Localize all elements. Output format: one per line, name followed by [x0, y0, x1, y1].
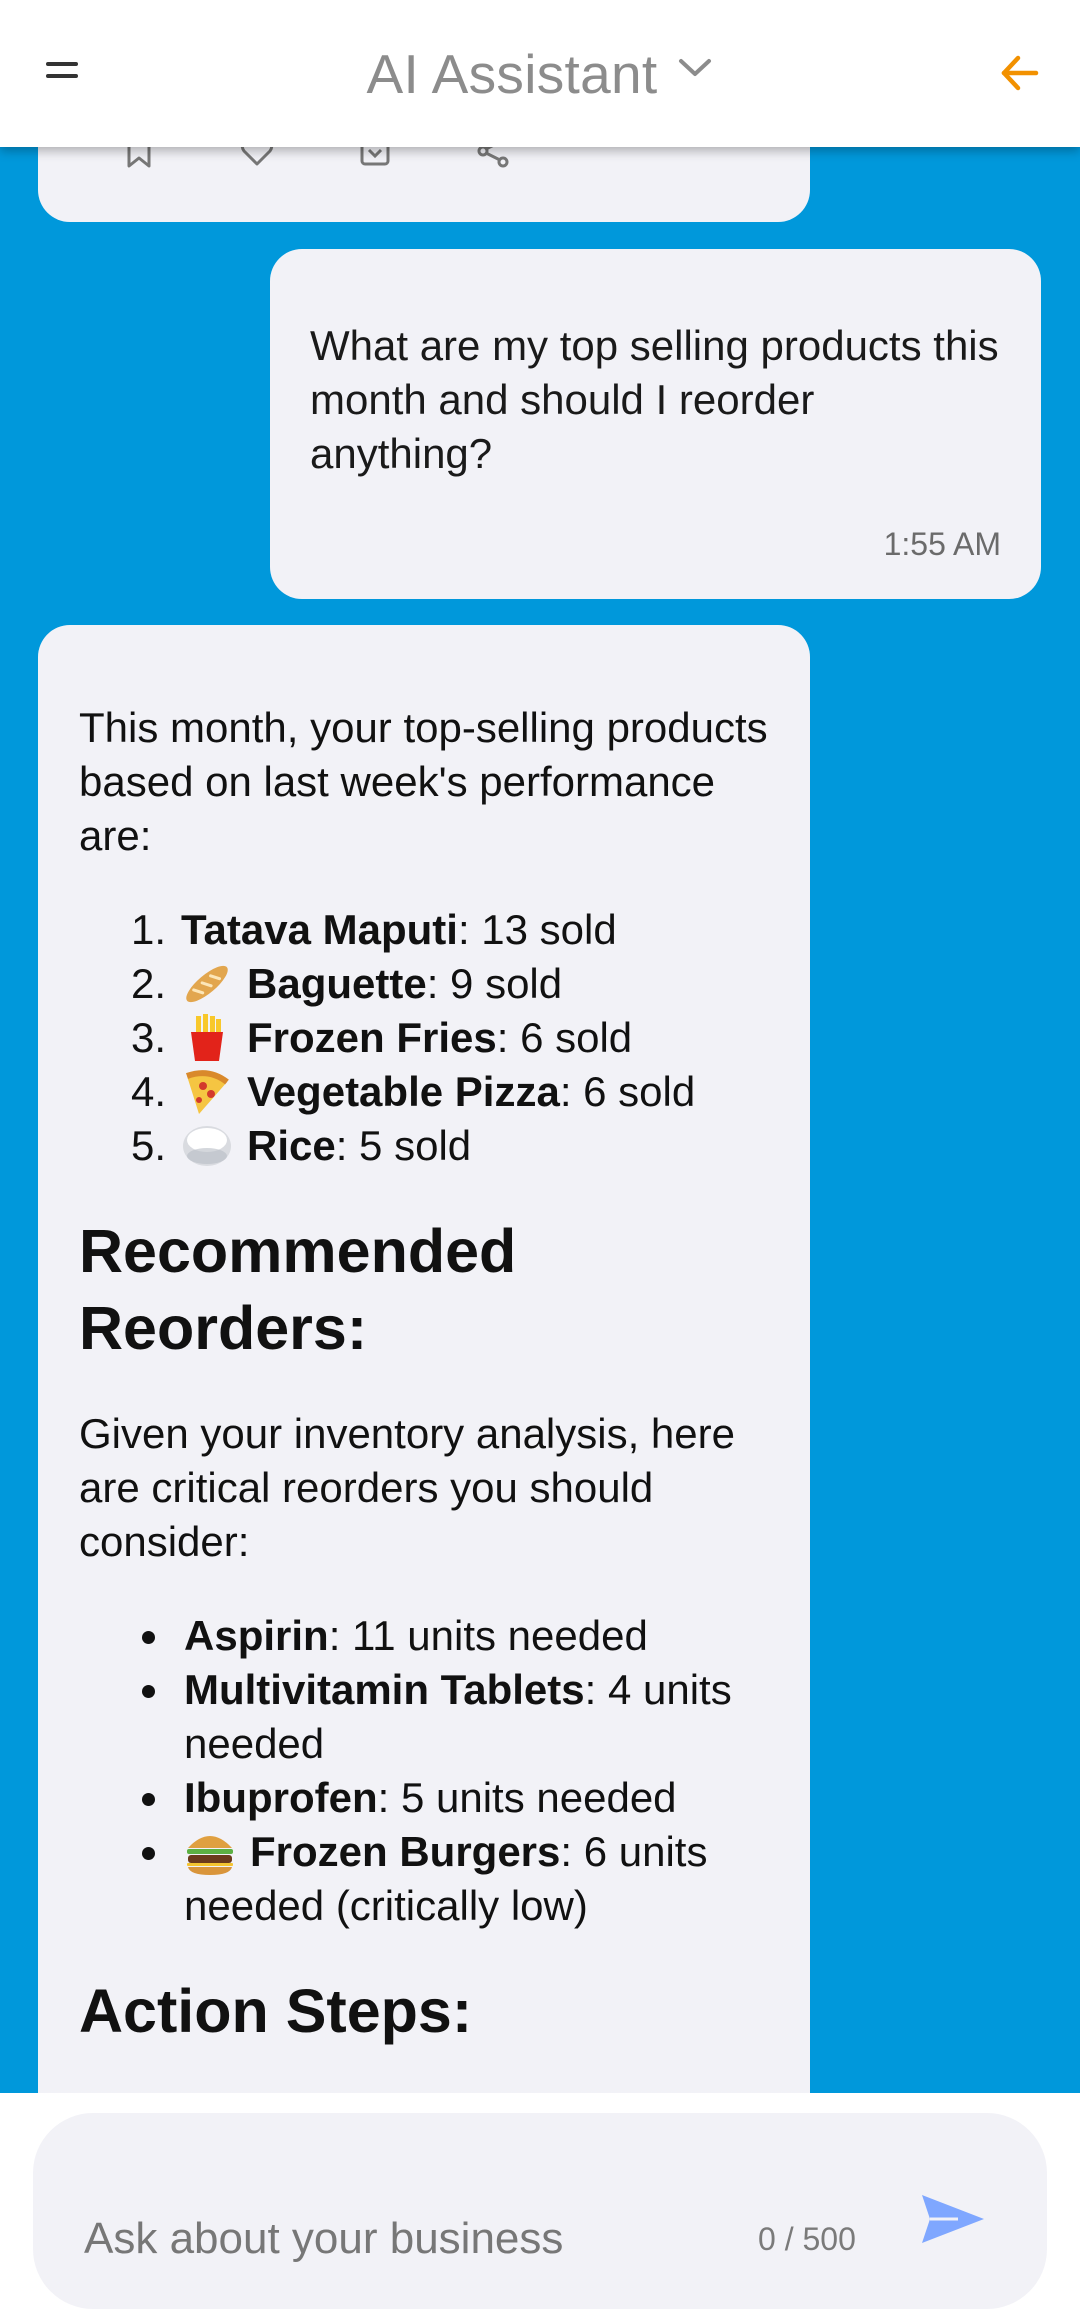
- product-name: Ibuprofen: [184, 1774, 378, 1821]
- list-item: Multivitamin Tablets: 4 units needed: [142, 1663, 770, 1771]
- message-timestamp: 1:55 AM: [883, 526, 1001, 562]
- reorder-intro: Given your inventory analysis, here are …: [79, 1410, 735, 1565]
- character-counter: 0 / 500: [758, 2221, 856, 2257]
- list-item: 4. Vegetable Pizza : 6 sold: [131, 1065, 770, 1119]
- composer-bar: 0 / 500: [0, 2093, 1080, 2309]
- product-detail: : 5 sold: [335, 1122, 472, 1169]
- save-icon[interactable]: [356, 147, 394, 170]
- product-detail: : 6 sold: [559, 1068, 696, 1115]
- product-detail: : 11 units needed: [328, 1612, 648, 1659]
- app-header: AI Assistant: [0, 0, 1080, 147]
- list-number: 3.: [131, 1014, 167, 1061]
- list-item: 5. Rice : 5 sold: [131, 1119, 770, 1173]
- message-input[interactable]: [84, 2209, 704, 2269]
- list-item: 3. Frozen Fries : 6 sold: [131, 1011, 770, 1065]
- pizza-icon: [185, 1070, 229, 1114]
- product-name: Tatava Maputi: [181, 906, 458, 953]
- product-detail: : 5 units needed: [377, 1774, 677, 1821]
- baguette-icon: [186, 965, 228, 1003]
- composer: 0 / 500: [33, 2113, 1047, 2309]
- user-message-text: What are my top selling products this mo…: [310, 322, 999, 477]
- action-heading: Action Steps:: [79, 1977, 473, 2045]
- list-item: Ibuprofen: 5 units needed: [142, 1771, 770, 1825]
- product-detail: : 6 sold: [496, 1014, 633, 1061]
- product-name: Frozen Burgers: [250, 1828, 561, 1875]
- message-actions: [120, 147, 512, 170]
- previous-assistant-message: [38, 147, 810, 222]
- product-detail: : 9 sold: [426, 960, 563, 1007]
- assistant-message: This month, your top-selling products ba…: [38, 625, 810, 2093]
- chat-thread[interactable]: What are my top selling products this mo…: [0, 147, 1080, 2093]
- burger-icon: [187, 1835, 233, 1875]
- title-dropdown[interactable]: AI Assistant: [0, 0, 1080, 147]
- list-item: 1. Tatava Maputi : 13 sold: [131, 903, 770, 957]
- list-number: 1.: [131, 906, 167, 953]
- product-name: Frozen Fries: [247, 1014, 497, 1061]
- fries-icon: [191, 1014, 223, 1061]
- page-title: AI Assistant: [366, 42, 658, 105]
- product-name: Baguette: [247, 960, 427, 1007]
- back-arrow-icon[interactable]: [998, 52, 1040, 94]
- product-detail: : 13 sold: [457, 906, 617, 953]
- list-item: Frozen Burgers: 6 units needed (critical…: [142, 1825, 770, 1933]
- reorder-list: Aspirin: 11 units needed Multivitamin Ta…: [79, 1609, 770, 1933]
- list-number: 4.: [131, 1068, 167, 1115]
- bookmark-icon[interactable]: [120, 147, 158, 170]
- product-name: Rice: [247, 1122, 336, 1169]
- product-name: Vegetable Pizza: [247, 1068, 560, 1115]
- user-message: What are my top selling products this mo…: [270, 249, 1041, 599]
- send-icon[interactable]: [918, 2191, 988, 2247]
- list-item: Aspirin: 11 units needed: [142, 1609, 770, 1663]
- list-number: 2.: [131, 960, 167, 1007]
- chevron-down-icon: [679, 58, 712, 76]
- list-number: 5.: [131, 1122, 167, 1169]
- heart-icon[interactable]: [238, 147, 276, 170]
- rice-icon: [183, 1126, 231, 1166]
- assistant-intro: This month, your top-selling products ba…: [79, 704, 768, 859]
- reorder-heading: Recommended Reorders:: [79, 1217, 517, 1362]
- list-item: 2. Baguette : 9 sold: [131, 957, 770, 1011]
- product-name: Aspirin: [184, 1612, 329, 1659]
- top-products-list: 1. Tatava Maputi : 13 sold 2. Baguette :…: [79, 903, 770, 1173]
- share-icon[interactable]: [474, 147, 512, 170]
- product-name: Multivitamin Tablets: [184, 1666, 585, 1713]
